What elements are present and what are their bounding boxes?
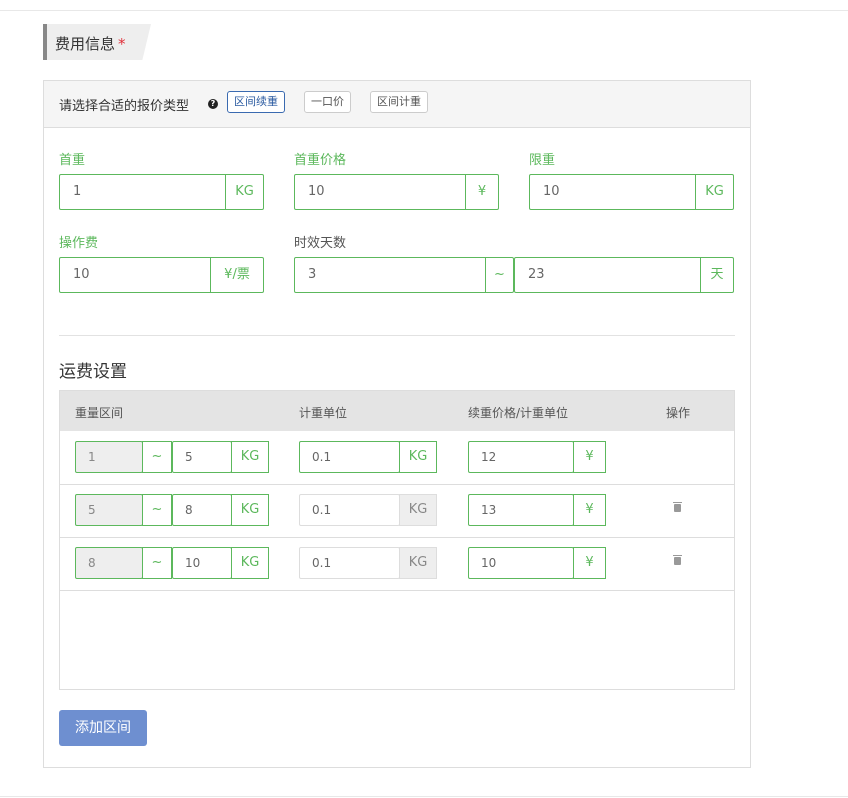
col-weight-unit: 计重单位 [299,406,348,420]
range-to-value: 10 [185,556,201,570]
price-value: 12 [481,450,497,464]
weight-limit-input[interactable]: 10 KG [529,174,734,210]
price-unit: ¥ [573,547,606,579]
delivery-days-label: 时效天数 [294,236,347,251]
question-circle-icon[interactable]: ? [208,99,218,109]
weight-unit-unit: KG [399,441,437,473]
quote-type-interval-weight[interactable]: 区间计重 [370,91,428,113]
handling-fee-label: 操作费 [59,236,99,251]
section-header-bar [43,24,47,60]
quote-type-label: 请选择合适的报价类型 [59,99,190,114]
required-mark: * [118,35,126,53]
weight-unit-value: 0.1 [312,450,332,464]
first-weight-unit: KG [225,175,263,209]
range-separator: ~ [142,494,172,526]
trash-icon[interactable] [673,502,682,512]
first-weight-price-unit: ¥ [465,175,498,209]
first-weight-input[interactable]: 1 KG [59,174,264,210]
first-weight-value: 1 [73,184,82,199]
freight-table: 重量区间 计重单位 续重价格/计重单位 操作 1 ~ 5 KG 0.1 KG 1… [59,390,735,690]
range-from-input[interactable]: 1 [75,441,143,473]
range-from-input[interactable]: 5 [75,494,143,526]
section-divider [59,335,735,336]
range-to-input[interactable]: 5 [172,441,232,473]
first-weight-label: 首重 [59,153,86,168]
table-row: 1 ~ 5 KG 0.1 KG 12 ¥ [60,431,734,485]
trash-icon[interactable] [673,555,682,565]
weight-limit-label: 限重 [529,153,556,168]
handling-fee-value: 10 [73,267,90,282]
price-value: 13 [481,503,497,517]
quote-type-fixed-price[interactable]: 一口价 [304,91,351,113]
weight-unit-unit: KG [399,494,437,526]
range-unit: KG [231,547,269,579]
range-separator: ~ [142,547,172,579]
table-row: 5 ~ 8 KG 0.1 KG 13 ¥ [60,484,734,538]
range-from-value: 8 [88,556,96,570]
add-interval-button[interactable]: 添加区间 [59,710,147,746]
first-weight-price-input[interactable]: 10 ¥ [294,174,499,210]
range-from-value: 1 [88,450,96,464]
section-title: 费用信息 * [55,35,126,53]
range-from-value: 5 [88,503,96,517]
col-weight-range: 重量区间 [75,406,124,420]
weight-unit-input[interactable]: 0.1 [299,441,400,473]
range-from-input[interactable]: 8 [75,547,143,579]
price-unit: ¥ [573,441,606,473]
freight-settings-title: 运费设置 [59,362,127,382]
col-actions: 操作 [666,406,691,420]
range-to-input[interactable]: 8 [172,494,232,526]
weight-unit-unit: KG [399,547,437,579]
delivery-days-from-input[interactable]: 3 ~ [294,257,514,293]
quote-type-bar: 请选择合适的报价类型 ? 区间续重 一口价 区间计重 [44,81,750,128]
weight-unit-input[interactable]: 0.1 [299,547,400,579]
top-divider [0,10,848,11]
range-to-value: 5 [185,450,193,464]
weight-limit-unit: KG [695,175,733,209]
section-header: 费用信息 * [43,24,151,60]
bottom-divider [0,796,848,797]
range-unit: KG [231,441,269,473]
handling-fee-unit: ¥/票 [210,258,263,292]
delivery-days-separator: ~ [485,258,513,292]
quote-type-interval-continued[interactable]: 区间续重 [227,91,285,113]
price-input[interactable]: 12 [468,441,574,473]
fee-panel: 请选择合适的报价类型 ? 区间续重 一口价 区间计重 首重 1 KG 首重价格 … [43,80,751,768]
first-weight-price-label: 首重价格 [294,153,347,168]
freight-table-header: 重量区间 计重单位 续重价格/计重单位 操作 [60,391,734,431]
weight-limit-value: 10 [543,184,560,199]
range-to-value: 8 [185,503,193,517]
delivery-days-from-value: 3 [308,267,317,282]
price-input[interactable]: 10 [468,547,574,579]
handling-fee-input[interactable]: 10 ¥/票 [59,257,264,293]
range-to-input[interactable]: 10 [172,547,232,579]
weight-unit-input[interactable]: 0.1 [299,494,400,526]
range-separator: ~ [142,441,172,473]
range-unit: KG [231,494,269,526]
delivery-days-to-value: 23 [528,267,545,282]
price-unit: ¥ [573,494,606,526]
delivery-days-unit: 天 [700,258,733,292]
weight-unit-value: 0.1 [312,503,332,517]
col-continued-price: 续重价格/计重单位 [468,406,569,420]
price-input[interactable]: 13 [468,494,574,526]
price-value: 10 [481,556,497,570]
first-weight-price-value: 10 [308,184,325,199]
delivery-days-to-input[interactable]: 23 天 [514,257,734,293]
table-row: 8 ~ 10 KG 0.1 KG 10 ¥ [60,537,734,591]
weight-unit-value: 0.1 [312,556,332,570]
